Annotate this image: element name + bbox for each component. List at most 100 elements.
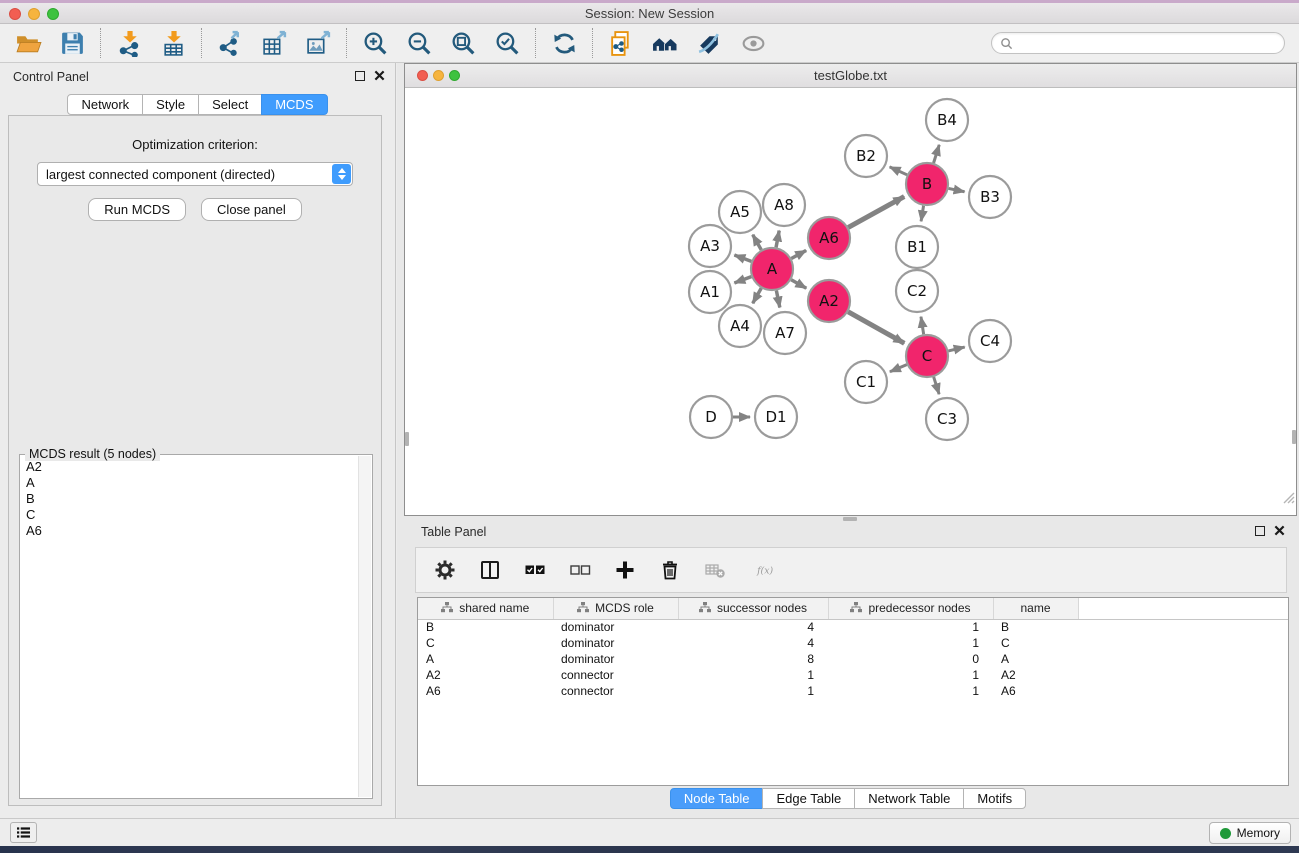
edge-A-A6[interactable] (791, 250, 806, 258)
cell-shared-name[interactable]: A2 (418, 667, 553, 683)
task-history-button[interactable] (10, 822, 37, 843)
table-row[interactable]: Cdominator41C (418, 635, 1288, 651)
select-all-button[interactable] (522, 557, 548, 583)
search-input[interactable] (1018, 36, 1276, 50)
zoom-selected-button[interactable] (491, 27, 523, 59)
mcds-result-item[interactable]: A6 (22, 523, 357, 539)
edge-B-B2[interactable] (890, 167, 907, 175)
cell-name[interactable]: A (993, 651, 1078, 667)
cell-name[interactable]: A6 (993, 683, 1078, 699)
zoom-in-button[interactable] (359, 27, 391, 59)
column-header-MCDS-role[interactable]: MCDS role (553, 598, 678, 619)
resize-grip[interactable] (1280, 489, 1295, 504)
export-image-button[interactable] (302, 27, 334, 59)
column-header-shared-name[interactable]: shared name (418, 598, 553, 619)
mcds-result-item[interactable]: B (22, 491, 357, 507)
column-header-predecessor-nodes[interactable]: predecessor nodes (828, 598, 993, 619)
export-network-button[interactable] (214, 27, 246, 59)
graph-node-C1[interactable]: C1 (845, 361, 887, 403)
table-row[interactable]: Bdominator41B (418, 619, 1288, 635)
graph-node-A3[interactable]: A3 (689, 225, 731, 267)
table-settings-button[interactable] (432, 557, 458, 583)
edge-A-A3[interactable] (734, 255, 751, 261)
criterion-select[interactable]: largest connected component (directed) (37, 162, 353, 186)
network-canvas[interactable]: B4B2BB3B1A6A5A8A3AA1A4A7A2C2CC4C1C3DD1 (405, 88, 1296, 505)
open-session-button[interactable] (12, 27, 44, 59)
graph-node-B[interactable]: B (906, 163, 948, 205)
graph-node-A6[interactable]: A6 (808, 217, 850, 259)
graph-node-A7[interactable]: A7 (764, 312, 806, 354)
zoom-fit-button[interactable] (447, 27, 479, 59)
cell-successor-nodes[interactable]: 1 (678, 683, 828, 699)
cell-shared-name[interactable]: A (418, 651, 553, 667)
float-table-panel-icon[interactable] (1255, 526, 1265, 536)
tab-style[interactable]: Style (142, 94, 199, 115)
refresh-layout-button[interactable] (548, 27, 580, 59)
graph-node-A4[interactable]: A4 (719, 305, 761, 347)
import-table-button[interactable] (157, 27, 189, 59)
tab-network-table[interactable]: Network Table (854, 788, 964, 809)
edge-A-A1[interactable] (734, 277, 751, 283)
graph-node-D1[interactable]: D1 (755, 396, 797, 438)
table-row[interactable]: A2connector11A2 (418, 667, 1288, 683)
cell-MCDS-role[interactable]: dominator (553, 635, 678, 651)
edge-A2-C[interactable] (848, 312, 904, 344)
cell-successor-nodes[interactable]: 1 (678, 667, 828, 683)
column-header-name[interactable]: name (993, 598, 1078, 619)
cell-shared-name[interactable]: C (418, 635, 553, 651)
edge-B-B1[interactable] (921, 206, 923, 222)
graph-node-C2[interactable]: C2 (896, 270, 938, 312)
table-row[interactable]: A6connector11A6 (418, 683, 1288, 699)
memory-button[interactable]: Memory (1209, 822, 1291, 844)
graph-node-B4[interactable]: B4 (926, 99, 968, 141)
edge-A-A2[interactable] (791, 280, 806, 289)
graph-node-C3[interactable]: C3 (926, 398, 968, 440)
graph-node-A[interactable]: A (751, 248, 793, 290)
tab-node-table[interactable]: Node Table (670, 788, 764, 809)
edge-C-C3[interactable] (934, 377, 939, 394)
graph-node-A1[interactable]: A1 (689, 271, 731, 313)
edge-C-C1[interactable] (890, 365, 907, 372)
cell-shared-name[interactable]: A6 (418, 683, 553, 699)
apply-function-button[interactable]: f(x) (747, 557, 787, 583)
tab-network[interactable]: Network (67, 94, 143, 115)
add-column-button[interactable] (612, 557, 638, 583)
graph-node-A8[interactable]: A8 (763, 184, 805, 226)
edge-A-A7[interactable] (776, 291, 779, 308)
cell-name[interactable]: C (993, 635, 1078, 651)
toggle-labels-button[interactable] (693, 27, 725, 59)
mcds-result-item[interactable]: A2 (22, 459, 357, 475)
graph-node-A5[interactable]: A5 (719, 191, 761, 233)
cell-predecessor-nodes[interactable]: 1 (828, 635, 993, 651)
graph-node-B3[interactable]: B3 (969, 176, 1011, 218)
tab-mcds[interactable]: MCDS (261, 94, 327, 115)
table-row[interactable]: Adominator80A (418, 651, 1288, 667)
cell-predecessor-nodes[interactable]: 0 (828, 651, 993, 667)
graph-node-C4[interactable]: C4 (969, 320, 1011, 362)
vertical-scrollbar-thumb[interactable] (405, 432, 409, 446)
float-panel-icon[interactable] (355, 71, 365, 81)
column-header-successor-nodes[interactable]: successor nodes (678, 598, 828, 619)
import-network-button[interactable] (113, 27, 145, 59)
search-field[interactable] (991, 32, 1285, 54)
edge-C-C4[interactable] (948, 347, 964, 351)
cell-name[interactable]: A2 (993, 667, 1078, 683)
cell-MCDS-role[interactable]: connector (553, 667, 678, 683)
cell-name[interactable]: B (993, 619, 1078, 635)
cell-successor-nodes[interactable]: 8 (678, 651, 828, 667)
graph-node-B1[interactable]: B1 (896, 226, 938, 268)
edge-C-C2[interactable] (921, 317, 924, 335)
edge-B-B3[interactable] (949, 188, 965, 191)
graph-node-A2[interactable]: A2 (808, 280, 850, 322)
save-session-button[interactable] (56, 27, 88, 59)
tab-select[interactable]: Select (198, 94, 262, 115)
edge-A6-B[interactable] (848, 197, 904, 228)
cell-MCDS-role[interactable]: connector (553, 683, 678, 699)
close-table-panel-icon[interactable] (1274, 525, 1285, 536)
vertical-scrollbar-thumb[interactable] (1292, 430, 1296, 444)
mcds-result-item[interactable]: A (22, 475, 357, 491)
result-scrollbar[interactable] (358, 456, 371, 797)
edge-A-A4[interactable] (753, 288, 762, 303)
cell-successor-nodes[interactable]: 4 (678, 635, 828, 651)
edge-A-A8[interactable] (776, 231, 779, 248)
